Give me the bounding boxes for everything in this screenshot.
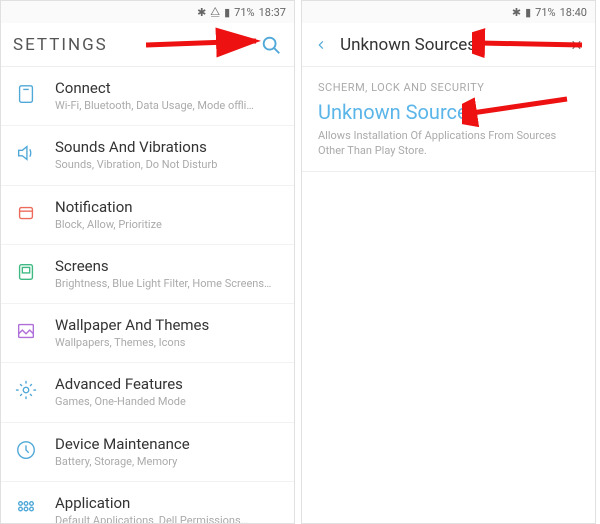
settings-item-screen[interactable]: Screens Brightness, Blue Light Filter, Ho… (1, 245, 294, 304)
settings-header: SETTINGS (1, 23, 294, 67)
item-title: Connect (55, 79, 280, 97)
result-subtitle: Allows Installation Of Applications From… (302, 128, 595, 172)
search-input[interactable] (340, 35, 562, 55)
item-subtitle: Games, One-Handed Mode (55, 395, 280, 409)
search-screen: ✱ ▮ 71% 18:40 SCHERM, LOCK AND SECURITY … (301, 0, 596, 524)
settings-item-connect[interactable]: Connect Wi-Fi, Bluetooth, Data Usage, Mod… (1, 67, 294, 126)
item-subtitle: Block, Allow, Prioritize (55, 218, 280, 232)
wallpaper-icon (15, 320, 37, 342)
signal-icon: ▮ (224, 6, 230, 19)
status-bar: ✱ ▮ 71% 18:40 (302, 1, 595, 23)
status-bar: ✱ ⧋ ▮ 71% 18:37 (1, 1, 294, 23)
screen-icon (15, 261, 37, 283)
notification-icon (15, 202, 37, 224)
item-title: Notification (55, 198, 280, 216)
settings-item-maintenance[interactable]: Device Maintenance Battery, Storage, Memo… (1, 423, 294, 482)
settings-item-advanced[interactable]: Advanced Features Games, One-Handed Mode (1, 363, 294, 422)
clock-text: 18:40 (560, 6, 587, 19)
settings-item-wallpaper[interactable]: Wallpaper And Themes Wallpapers, Themes, … (1, 304, 294, 363)
settings-list[interactable]: Connect Wi-Fi, Bluetooth, Data Usage, Mod… (1, 67, 294, 523)
page-title: SETTINGS (13, 35, 108, 55)
settings-item-notification[interactable]: Notification Block, Allow, Prioritize (1, 186, 294, 245)
settings-screen: ✱ ⧋ ▮ 71% 18:37 SETTINGS Connect Wi-Fi, B… (0, 0, 295, 524)
item-subtitle: Brightness, Blue Light Filter, Home Scre… (55, 277, 280, 291)
result-category: SCHERM, LOCK AND SECURITY (302, 67, 595, 100)
item-subtitle: Wi-Fi, Bluetooth, Data Usage, Mode offli… (55, 99, 280, 113)
search-results: SCHERM, LOCK AND SECURITY Unknown Source… (302, 67, 595, 523)
wifi-icon: ⧋ (210, 5, 220, 19)
settings-item-apps[interactable]: Application Default Applications, Dell Pe… (1, 482, 294, 523)
result-title[interactable]: Unknown Sources (302, 100, 595, 128)
close-icon[interactable] (570, 35, 583, 55)
bluetooth-icon: ✱ (197, 6, 206, 19)
item-subtitle: Sounds, Vibration, Do Not Disturb (55, 158, 280, 172)
item-subtitle: Battery, Storage, Memory (55, 455, 280, 469)
bluetooth-icon: ✱ (512, 6, 521, 19)
battery-text: 71% (234, 6, 254, 19)
item-title: Application (55, 494, 280, 512)
search-header (302, 23, 595, 67)
item-title: Advanced Features (55, 375, 280, 393)
sound-icon (15, 142, 37, 164)
item-title: Device Maintenance (55, 435, 280, 453)
item-title: Wallpaper And Themes (55, 316, 280, 334)
signal-icon: ▮ (525, 6, 531, 19)
item-title: Screens (55, 257, 280, 275)
item-title: Sounds And Vibrations (55, 138, 280, 156)
maintenance-icon (15, 439, 37, 461)
apps-icon (15, 498, 37, 520)
back-icon[interactable] (314, 34, 328, 56)
item-subtitle: Default Applications, Dell Permissions… (55, 514, 280, 523)
settings-item-sound[interactable]: Sounds And Vibrations Sounds, Vibration, … (1, 126, 294, 185)
battery-text: 71% (535, 6, 555, 19)
search-icon[interactable] (260, 34, 282, 56)
advanced-icon (15, 379, 37, 401)
connect-icon (15, 83, 37, 105)
item-subtitle: Wallpapers, Themes, Icons (55, 336, 280, 350)
clock-text: 18:37 (259, 6, 286, 19)
